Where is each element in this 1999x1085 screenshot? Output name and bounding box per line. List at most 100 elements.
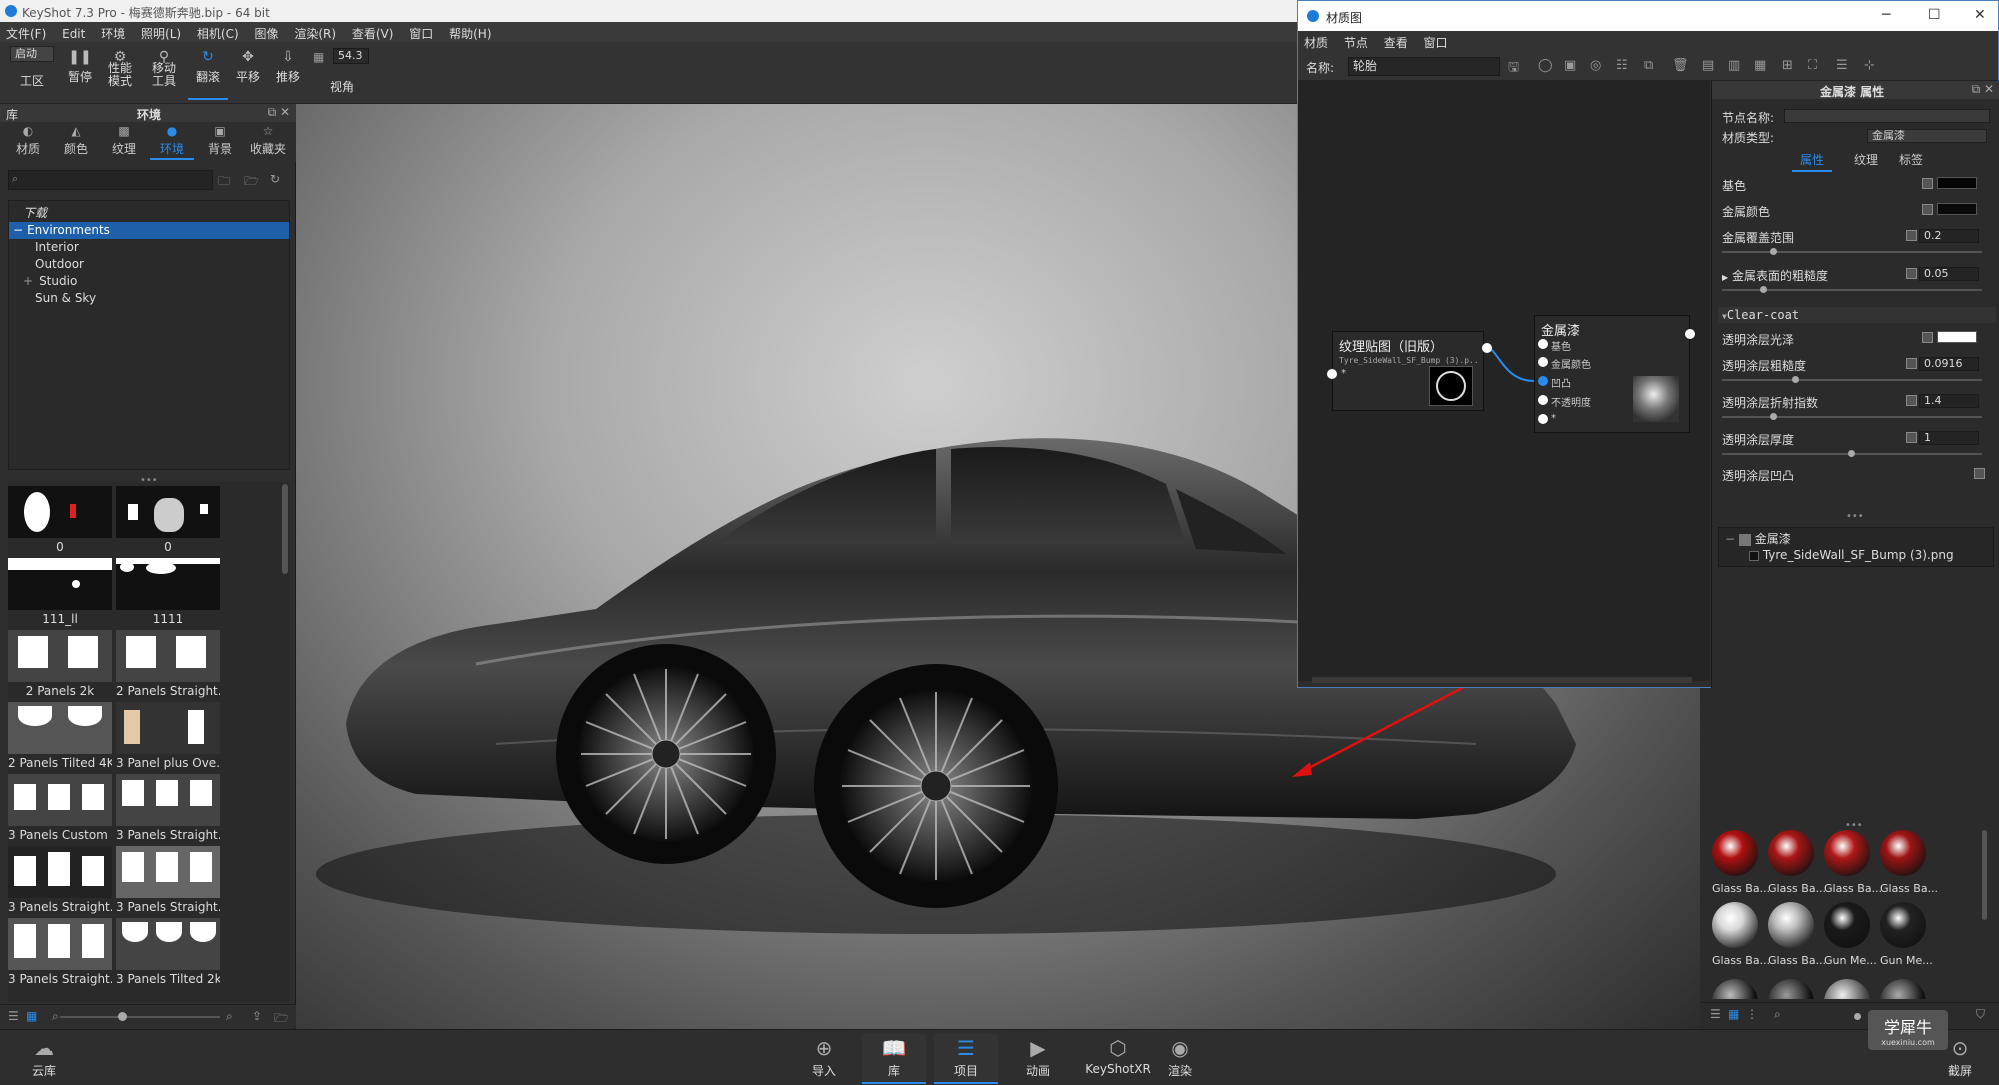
tab-materials[interactable]: ◐ 材质 [6,124,50,160]
grid-view-icon[interactable]: ▦ [26,1009,37,1023]
project-button[interactable]: ☰ 项目 [934,1034,998,1084]
texture-output-port[interactable] [1482,343,1492,353]
material-ball[interactable]: Glass Ba... [1768,902,1826,967]
pan-button[interactable]: ✥ 平移 [228,46,268,100]
clearcoat-thickness-knob[interactable] [1848,450,1855,457]
metal-roughness-label[interactable]: ▶ 金属表面的粗糙度 [1722,267,1828,284]
material-window-titlebar[interactable]: 材质图 ─ ☐ ✕ [1298,1,1998,31]
clearcoat-ior-input[interactable]: 1.4 [1919,394,1979,408]
metal-coverage-slider[interactable] [1722,251,1982,253]
texture-map-icon[interactable] [1922,204,1933,215]
material-library-scrollbar[interactable] [1982,830,1987,920]
thumbnails-scrollbar[interactable] [282,484,288,574]
metal-color-swatch[interactable] [1937,203,1977,215]
clearcoat-gloss-swatch[interactable] [1937,331,1977,343]
thumb-item[interactable]: 3 Panels Tilted 2k [116,918,220,988]
tab-textures[interactable]: 纹理 [1854,151,1878,168]
pause-button[interactable]: ❚❚ 暂停 [60,46,100,100]
clearcoat-ior-knob[interactable] [1770,413,1777,420]
thumb-item[interactable]: 3 Panel plus Ove... [116,702,220,772]
tab-properties[interactable]: 属性 [1792,151,1833,172]
folder-add-icon[interactable]: 🗁 [244,172,259,193]
import-button[interactable]: ⊕ 导入 [792,1034,856,1084]
texture-map-icon[interactable] [1922,332,1933,343]
tree-item-downloads[interactable]: 下载 [9,205,289,222]
render-button[interactable]: ◉ 渲染 [1148,1034,1212,1084]
tree-item-outdoor[interactable]: Outdoor [9,256,289,273]
tumble-button[interactable]: ↻ 翻滚 [188,46,228,100]
animation-button[interactable]: ▶ 动画 [1006,1034,1070,1084]
list-view-icon[interactable]: ☰ [8,1009,19,1023]
graph-tool-icon[interactable]: ▥ [1728,58,1740,73]
base-color-port[interactable] [1538,339,1548,349]
tab-backgrounds[interactable]: ▣ 背景 [198,124,242,160]
cloud-library-button[interactable]: ☁ 云库 [12,1034,76,1084]
material-ball[interactable]: Gun Me... [1880,902,1933,967]
texture-map-icon[interactable] [1906,358,1917,369]
utility-icon[interactable]: ◎ [1590,58,1601,73]
tree-item-interior[interactable]: Interior [9,239,289,256]
performance-mode-button[interactable]: ⚙ 性能 模式 [100,46,140,100]
metal-roughness-knob[interactable] [1760,286,1767,293]
texture-map-icon[interactable] [1906,432,1917,443]
clearcoat-thickness-input[interactable]: 1 [1919,431,1979,445]
maximize-icon[interactable]: ☐ [1928,7,1941,23]
menu-edit[interactable]: Edit [56,24,91,44]
thumb-item[interactable]: 2 Panels Straight... [116,630,220,700]
thumb-item[interactable]: 2 Panels Tilted 4K [8,702,112,772]
material-ball[interactable]: Glass Ba... [1712,902,1770,967]
material-ball[interactable]: Glass Ba... [1880,830,1938,895]
metallic-paint-node[interactable]: 金属漆 基色 金属颜色 凹凸 不透明度 * [1534,315,1690,433]
metal-roughness-input[interactable]: 0.05 [1919,267,1979,281]
refresh-icon[interactable]: ↻ [270,172,280,186]
texture-input-port[interactable] [1327,369,1337,379]
mw-menu-material[interactable]: 材质 [1298,31,1334,54]
thumb-item[interactable]: 0 [8,486,112,556]
splitter-handle[interactable]: ••• [1846,511,1864,522]
thumbnail-size-knob[interactable] [118,1012,127,1021]
delete-icon[interactable]: 🗑 [1672,58,1689,73]
thumb-item[interactable]: 3 Panels Custom ... [8,774,112,844]
material-size-knob[interactable] [1854,1013,1861,1020]
tab-textures[interactable]: ▩ 纹理 [102,124,146,160]
material-ball[interactable]: Glass Ba... [1712,830,1770,895]
tree-item-environments[interactable]: − Environments [9,222,289,239]
save-icon[interactable]: 🖫 [1508,58,1519,80]
tree-item-sun-sky[interactable]: Sun & Sky [9,290,289,307]
node-graph-canvas[interactable]: 纹理贴图（旧版） Tyre_SideWall_SF_Bump (3).p... … [1298,81,1710,683]
library-button[interactable]: 📖 库 [862,1034,926,1084]
clearcoat-ior-slider[interactable] [1722,416,1982,418]
upload-icon[interactable]: ⇪ [252,1009,262,1023]
workspace-dropdown[interactable]: 启动 [10,46,54,62]
graph-horizontal-scrollbar[interactable] [1312,677,1692,683]
folder-icon[interactable]: 🗀 [218,172,230,193]
minimize-icon[interactable]: ─ [1882,7,1890,23]
thumb-item[interactable]: 3 Panels Straight... [116,774,220,844]
thumb-item[interactable]: 0 [116,486,220,556]
library-header-controls[interactable]: ⧉ ✕ [268,105,290,120]
tab-favorites[interactable]: ☆ 收藏夹 [246,124,290,160]
thumb-item[interactable]: 2 Panels 2k [8,630,112,700]
pin-icon[interactable]: ⊹ [1864,58,1875,73]
node-tree-child[interactable]: Tyre_SideWall_SF_Bump (3).png [1749,548,1989,564]
clearcoat-section-header[interactable]: ▼Clear-coat [1718,307,1996,323]
fov-input[interactable]: 54.3 [333,48,369,64]
material-preview-icon[interactable]: ◯ [1538,58,1553,73]
list-icon[interactable]: ☰ [1836,58,1848,73]
texture-map-icon[interactable] [1922,178,1933,189]
bump-port[interactable] [1538,376,1548,386]
thumb-item[interactable]: 3 Panels Straight... [8,846,112,916]
clearcoat-roughness-input[interactable]: 0.0916 [1919,357,1979,371]
close-icon[interactable]: ✕ [1974,7,1986,23]
texture-map-icon[interactable] [1906,395,1917,406]
texture-map-node[interactable]: 纹理贴图（旧版） Tyre_SideWall_SF_Bump (3).p... … [1332,331,1484,411]
thumb-item[interactable]: 3 Panels Straight... [116,846,220,916]
filter-icon[interactable]: ⛉ [1976,1007,1985,1022]
adjust-icon[interactable]: ☷ [1616,58,1628,73]
zoom-out-icon[interactable]: ⌕ [1774,1007,1781,1022]
tab-labels[interactable]: 标签 [1899,151,1923,168]
workspace-button[interactable]: 工区 [12,64,52,100]
clearcoat-roughness-slider[interactable] [1722,379,1982,381]
layout-icon[interactable]: ⊞ [1782,58,1793,73]
mw-menu-view[interactable]: 查看 [1378,31,1414,54]
